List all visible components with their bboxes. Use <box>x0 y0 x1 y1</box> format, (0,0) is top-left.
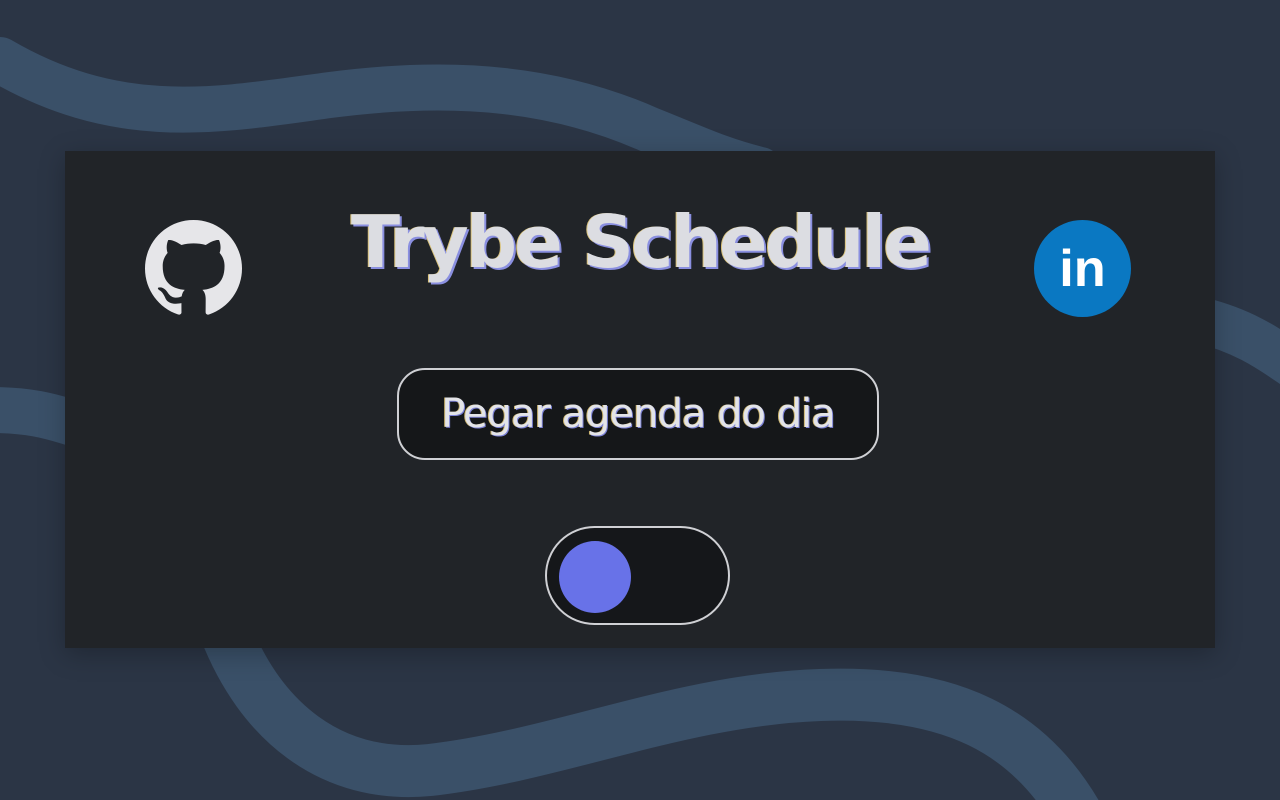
wave-bottom <box>199 604 1099 800</box>
linkedin-icon-text: in <box>1059 240 1106 298</box>
fetch-schedule-button[interactable]: Pegar agenda do dia <box>397 368 879 460</box>
theme-toggle[interactable] <box>545 526 730 625</box>
main-card: Trybe Schedule in Pegar agenda do dia <box>65 151 1215 648</box>
page-background: Trybe Schedule in Pegar agenda do dia <box>0 0 1280 800</box>
toggle-knob[interactable] <box>559 541 631 613</box>
linkedin-icon: in <box>1034 220 1131 317</box>
linkedin-link[interactable]: in <box>1034 220 1131 317</box>
